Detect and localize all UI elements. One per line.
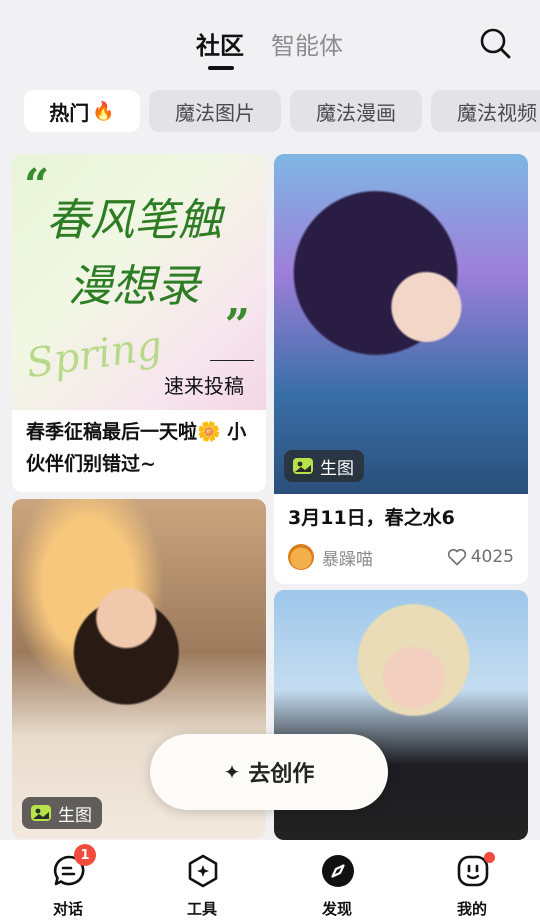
create-button-label: 去创作 <box>248 762 315 787</box>
nav-chat[interactable]: 1 对话 <box>18 840 118 924</box>
feed-card-contest[interactable]: “ 春风笔触 漫想录 ” Spring 速来投稿 春季征稿最后一天啦🌼 小伙伴们… <box>12 154 266 492</box>
nav-discover[interactable]: 发现 <box>287 840 387 924</box>
category-chips: 热门 🔥 魔法图片 魔法漫画 魔法视频 <box>0 90 540 134</box>
tools-icon <box>188 854 218 888</box>
card-title: 春季征稿最后一天啦🌼 小伙伴们别错过~ <box>26 421 247 475</box>
like-button[interactable]: 4025 <box>447 547 514 567</box>
nav-label: 对话 <box>52 900 83 918</box>
card-title: 3月11日，春之水6 <box>288 507 455 529</box>
tab-agents[interactable]: 智能体 <box>271 26 343 61</box>
active-tab-indicator <box>208 66 234 70</box>
image-gen-icon <box>31 805 51 821</box>
artwork-image <box>274 154 528 494</box>
chip-hot[interactable]: 热门 🔥 <box>24 90 140 132</box>
bottom-nav: 1 对话 工具 发现 我的 <box>0 840 540 924</box>
author-name[interactable]: 暴躁喵 <box>322 545 447 570</box>
compass-icon <box>322 855 354 887</box>
poster-divider <box>210 360 254 361</box>
tab-community[interactable]: 社区 <box>196 26 244 61</box>
feed-card-spring-water[interactable]: 生图 3月11日，春之水6 暴躁喵 4025 <box>274 154 528 584</box>
nav-label: 工具 <box>186 900 217 918</box>
poster-image: “ 春风笔触 漫想录 ” Spring 速来投稿 <box>12 154 266 410</box>
unread-badge: 1 <box>74 844 96 866</box>
nav-tools[interactable]: 工具 <box>152 840 252 924</box>
image-gen-icon <box>293 458 313 474</box>
poster-quote-close: ” <box>224 300 250 351</box>
sparkle-icon: ✦ <box>223 760 241 784</box>
fire-icon: 🔥 <box>92 100 115 122</box>
badge-label: 生图 <box>320 458 354 479</box>
poster-title-line1: 春风笔触 <box>46 195 222 246</box>
avatar[interactable] <box>288 544 314 570</box>
nav-label: 发现 <box>321 900 352 918</box>
create-button[interactable]: ✦ 去创作 <box>150 734 388 810</box>
card-meta: 暴躁喵 4025 <box>288 542 514 572</box>
nav-profile[interactable]: 我的 <box>422 840 522 924</box>
poster-title-line2: 漫想录 <box>68 261 200 312</box>
poster-cta: 速来投稿 <box>164 374 244 398</box>
chip-magic-image[interactable]: 魔法图片 <box>149 90 281 132</box>
like-count: 4025 <box>470 547 514 567</box>
search-icon[interactable] <box>478 26 512 60</box>
chip-magic-video[interactable]: 魔法视频 <box>431 90 540 132</box>
heart-icon <box>447 548 466 566</box>
chip-hot-label: 热门 <box>49 100 90 125</box>
nav-label: 我的 <box>456 900 487 918</box>
generated-badge: 生图 <box>22 797 102 829</box>
top-header: 社区 智能体 <box>0 0 540 80</box>
poster-spring-text: Spring <box>23 322 165 388</box>
generated-badge: 生图 <box>284 450 364 482</box>
notification-dot <box>484 852 495 863</box>
badge-label: 生图 <box>58 805 92 826</box>
chip-magic-comic[interactable]: 魔法漫画 <box>290 90 422 132</box>
